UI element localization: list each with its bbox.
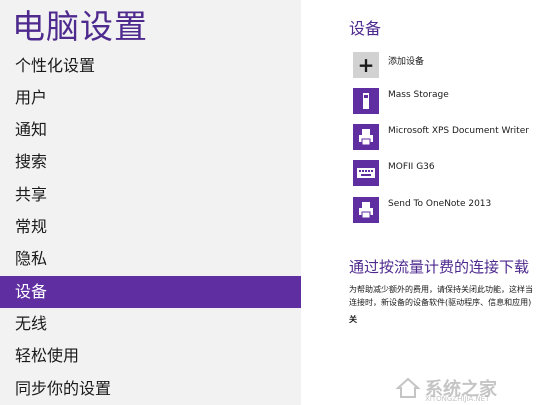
metered-description-line1: 为帮助减少额外的费用，请保持关闭此功能，这样当 [349, 285, 533, 294]
page-title: 电脑设置 [12, 7, 148, 46]
nav-item[interactable]: 无线 [0, 308, 301, 340]
devices-section-title: 设备 [349, 19, 382, 38]
metered-download-title: 通过按流量计费的连接下载 [349, 258, 530, 276]
watermark-subtext: XITONGZHIJIA.NET [425, 395, 490, 403]
nav-item[interactable]: 设备 [0, 276, 301, 308]
device-item-mass-storage[interactable]: Mass Storage [353, 88, 553, 118]
nav-item[interactable]: 个性化设置 [0, 50, 301, 82]
nav-item[interactable]: 常规 [0, 211, 301, 243]
metered-toggle-state[interactable]: 关 [349, 314, 357, 325]
nav-item[interactable]: 同步你的设置 [0, 373, 301, 405]
device-label: Microsoft XPS Document Writer [388, 126, 529, 136]
nav-item[interactable]: 隐私 [0, 243, 301, 275]
nav-item[interactable]: 通知 [0, 114, 301, 146]
usb-drive-icon [353, 88, 379, 114]
right-pane: 设备 + 添加设备 Mass Storage Microsoft XPS Doc… [301, 0, 553, 405]
house-icon [395, 377, 421, 398]
nav-item[interactable]: 共享 [0, 179, 301, 211]
nav-item[interactable]: 轻松使用 [0, 340, 301, 372]
device-label: Mass Storage [388, 90, 449, 100]
add-device-label: 添加设备 [388, 57, 425, 67]
nav-item[interactable]: 用户 [0, 82, 301, 114]
printer-icon [353, 197, 379, 223]
metered-description-line2: 连接时，新设备的设备软件(驱动程序、信息和应用) [349, 298, 532, 307]
device-item-xps-writer[interactable]: Microsoft XPS Document Writer [353, 124, 553, 154]
device-item-mofii-g36[interactable]: MOFII G36 [353, 160, 553, 190]
keyboard-icon [353, 160, 379, 186]
watermark-logo: 系统之家 XITONGZHIJIA.NET [395, 373, 545, 403]
plus-icon: + [353, 52, 379, 78]
device-label: Send To OneNote 2013 [388, 199, 492, 209]
device-item-send-to-onenote[interactable]: Send To OneNote 2013 [353, 197, 553, 227]
printer-icon [353, 124, 379, 150]
nav-item[interactable]: 搜索 [0, 146, 301, 178]
add-device-button[interactable]: + 添加设备 [353, 52, 553, 82]
left-pane: 电脑设置 个性化设置 用户 通知 搜索 共享 常规 隐私 设备 无线 轻松使用 同步你的设置 [0, 0, 301, 405]
device-label: MOFII G36 [388, 162, 435, 172]
